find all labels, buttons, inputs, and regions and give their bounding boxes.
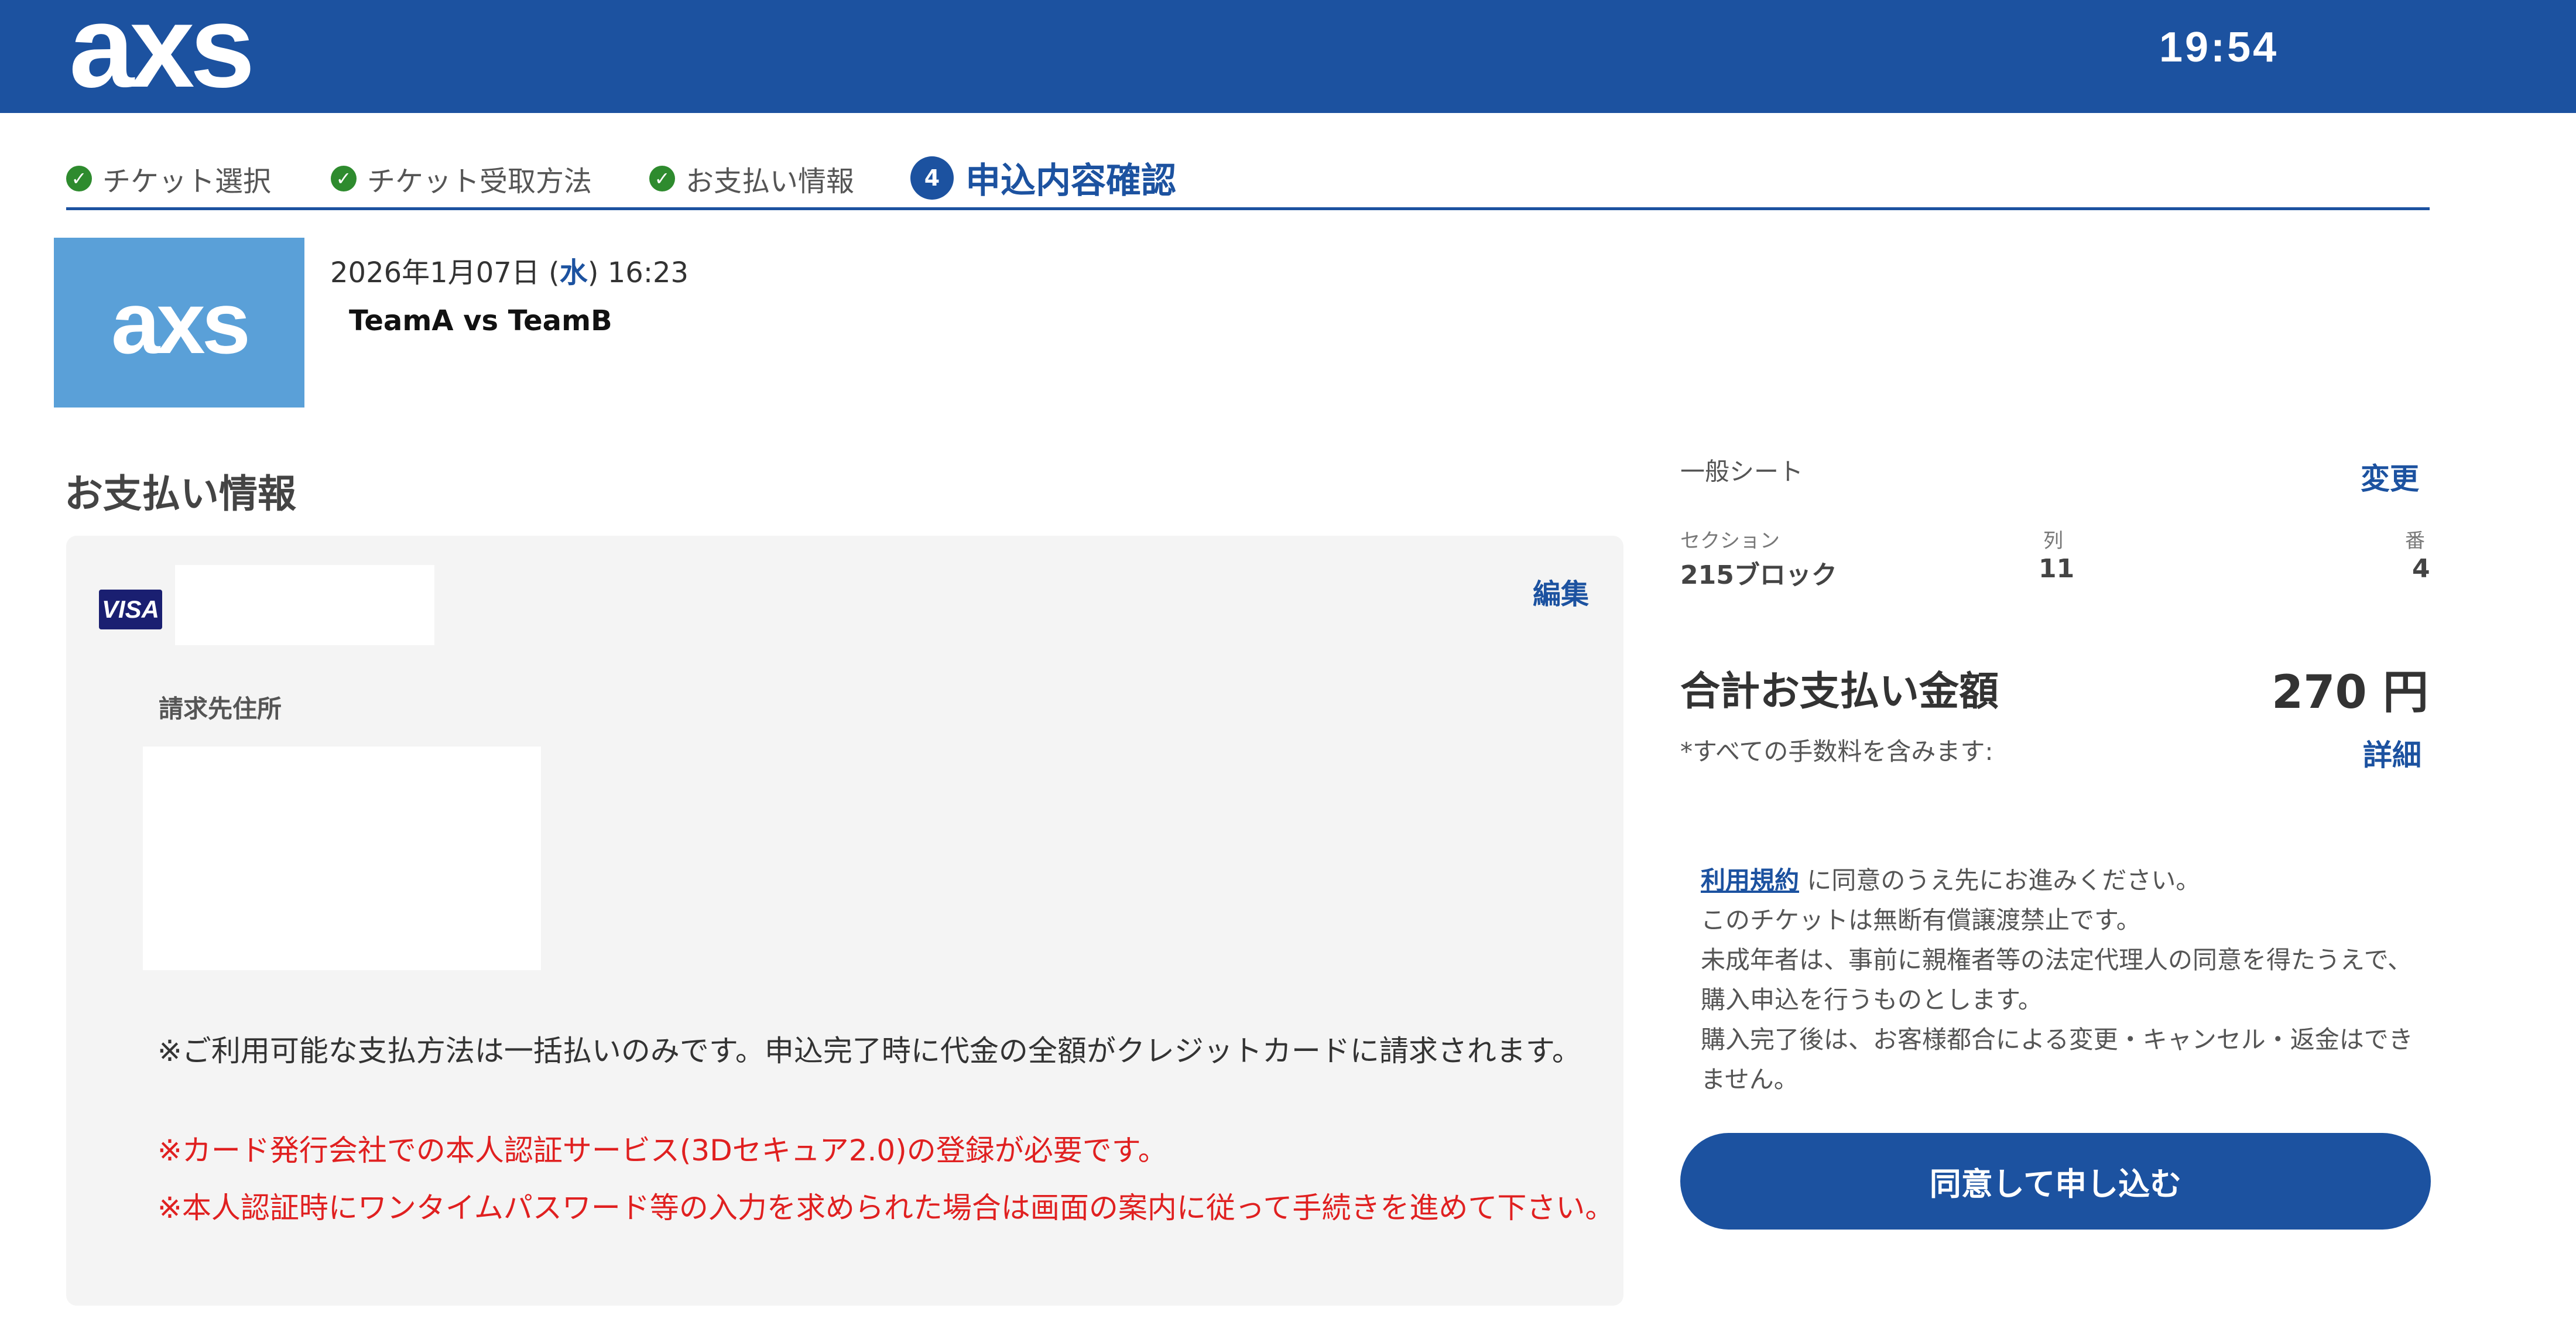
step-label: お支払い情報 bbox=[686, 165, 855, 198]
step-confirm: 4 申込内容確認 bbox=[910, 152, 1176, 203]
check-icon: ✓ bbox=[66, 166, 92, 191]
step-label: 申込内容確認 bbox=[965, 160, 1176, 201]
event-logo-text: axs bbox=[111, 273, 251, 372]
payment-warning-3ds: ※カード発行会社での本人認証サービス(3Dセキュア2.0)の登録が必要です。 bbox=[157, 1134, 1167, 1167]
payment-heading: お支払い情報 bbox=[64, 471, 296, 516]
section-value: 215ブロック bbox=[1680, 560, 1837, 590]
payment-note: ※ご利用可能な支払方法は一括払いのみです。申込完了時に代金の全額がクレジットカー… bbox=[157, 1034, 1581, 1068]
seat-value: 4 bbox=[2412, 554, 2430, 584]
visa-card-icon: VISA bbox=[99, 590, 162, 629]
seat-type: 一般シート bbox=[1680, 457, 1804, 486]
payment-panel: VISA 編集 請求先住所 ※ご利用可能な支払方法は一括払いのみです。申込完了時… bbox=[66, 536, 1623, 1306]
event-image: axs bbox=[54, 238, 304, 408]
step-number-badge: 4 bbox=[910, 156, 954, 200]
day-of-week: 水 bbox=[559, 256, 588, 289]
terms-line: このチケットは無断有償譲渡禁止です。 bbox=[1701, 906, 2141, 934]
agree-and-apply-button[interactable]: 同意して申し込む bbox=[1680, 1133, 2431, 1230]
terms-of-use-link[interactable]: 利用規約 bbox=[1701, 866, 1799, 895]
checkout-steps: ✓ チケット選択 ✓ チケット受取方法 ✓ お支払い情報 4 申込内容確認 bbox=[66, 151, 2430, 210]
terms-line: 未成年者は、事前に親権者等の法定代理人の同意を得たうえで、購入申込を行うものとし… bbox=[1701, 946, 2413, 1014]
fee-detail-link[interactable]: 詳細 bbox=[2363, 732, 2421, 774]
step-delivery-method: ✓ チケット受取方法 bbox=[331, 158, 592, 199]
edit-payment-link[interactable]: 編集 bbox=[1533, 571, 1589, 612]
step-ticket-select: ✓ チケット選択 bbox=[66, 158, 271, 199]
countdown-timer: 19:54 bbox=[2159, 24, 2279, 71]
billing-address-label: 請求先住所 bbox=[159, 694, 282, 723]
payment-warning-otp: ※本人認証時にワンタイムパスワード等の入力を求められた場合は画面の案内に従って手… bbox=[157, 1191, 1615, 1225]
terms-text: 利用規約 に同意のうえ先にお進みください。 このチケットは無断有償譲渡禁止です。… bbox=[1701, 861, 2433, 1100]
check-icon: ✓ bbox=[649, 166, 675, 191]
event-date: 2026年1月07日 (水) 16:23 bbox=[330, 256, 689, 289]
check-icon: ✓ bbox=[331, 166, 357, 191]
app-header: axs 19:54 bbox=[0, 0, 2576, 113]
total-label: 合計お支払い金額 bbox=[1680, 669, 1999, 715]
terms-line: 購入完了後は、お客様都合による変更・キャンセル・返金はできません。 bbox=[1701, 1025, 2413, 1094]
section-header: セクション bbox=[1680, 529, 1780, 553]
event-title: TeamA vs TeamB bbox=[349, 304, 612, 337]
axs-logo[interactable]: axs bbox=[69, 0, 255, 105]
card-number-masked bbox=[175, 565, 434, 645]
fee-note: *すべての手数料を含みます: bbox=[1680, 737, 1993, 766]
step-payment-info: ✓ お支払い情報 bbox=[649, 158, 854, 199]
step-label: チケット受取方法 bbox=[367, 165, 592, 198]
step-label: チケット選択 bbox=[102, 165, 272, 198]
billing-address-masked bbox=[143, 747, 541, 970]
seat-header: 番 bbox=[2405, 529, 2425, 553]
total-amount: 270 円 bbox=[2272, 666, 2428, 719]
row-value: 11 bbox=[2039, 554, 2075, 584]
row-header: 列 bbox=[2043, 529, 2063, 553]
change-seat-link[interactable]: 変更 bbox=[2361, 456, 2419, 498]
